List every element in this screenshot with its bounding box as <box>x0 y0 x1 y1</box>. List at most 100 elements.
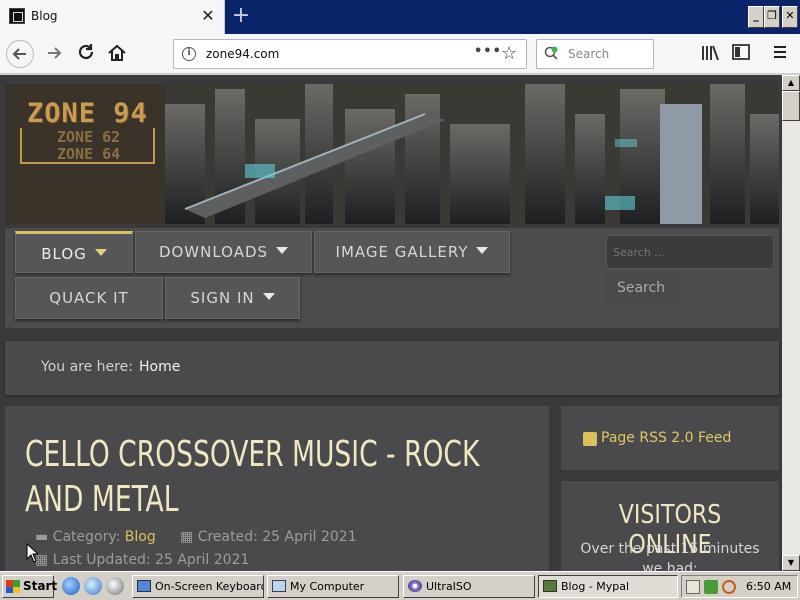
info-icon[interactable]: i <box>182 47 196 61</box>
hamburger-menu-icon[interactable] <box>772 44 788 64</box>
article-updated: ▦ Last Updated: 25 April 2021 <box>35 552 249 568</box>
start-button[interactable]: Start <box>2 575 58 598</box>
logo-sub-line-1: ZONE 62 <box>57 128 121 146</box>
reload-button[interactable] <box>72 40 100 68</box>
home-button[interactable] <box>103 40 131 68</box>
media-player-icon[interactable] <box>106 577 124 595</box>
restore-button[interactable]: ❐ <box>764 6 780 28</box>
keyboard-icon <box>137 580 151 592</box>
search-tray-icon[interactable] <box>722 580 736 594</box>
menu-blog[interactable]: BLOG <box>15 231 133 273</box>
disc-icon <box>408 580 422 592</box>
back-arrow-icon <box>12 48 26 60</box>
new-tab-button[interactable]: + <box>229 4 253 28</box>
task-on-screen-keyboard[interactable]: On-Screen Keyboard <box>132 575 264 598</box>
menu-quack-it-label: QUACK IT <box>49 289 129 307</box>
home-icon <box>108 44 126 61</box>
category-label: Category: <box>52 529 121 545</box>
menu-downloads-label: DOWNLOADS <box>158 243 269 261</box>
breadcrumb-home-link[interactable]: Home <box>139 359 180 375</box>
url-bar[interactable]: i zone94.com ••• ☆ <box>173 39 527 69</box>
scroll-down-button[interactable]: ▼ <box>782 555 800 571</box>
search-placeholder: Search <box>568 47 610 61</box>
site-logo[interactable]: ZONE 94 <box>27 98 148 129</box>
clock[interactable]: 6:50 AM <box>746 580 791 593</box>
rss-feed-box: Page RSS 2.0 Feed <box>561 406 779 470</box>
scroll-up-button[interactable]: ▲ <box>782 75 800 91</box>
rss-icon <box>583 432 597 446</box>
mypal-browser-icon[interactable] <box>84 577 102 595</box>
site-header-banner: ZONE 94 ZONE 62 ZONE 64 <box>5 84 779 224</box>
chevron-down-icon <box>262 293 275 300</box>
rss-feed-link[interactable]: Page RSS 2.0 Feed <box>601 430 731 446</box>
article-title[interactable]: CELLO CROSSOVER MUSIC - ROCK AND METAL <box>25 432 533 522</box>
task-ultraiso[interactable]: UltraISO <box>403 575 535 598</box>
menu-image-gallery-label: IMAGE GALLERY <box>335 243 469 261</box>
visitors-line-1: Over the past 15 minutes <box>580 541 760 557</box>
calendar-icon: ▦ <box>180 529 194 545</box>
visitors-line-2: we had: <box>642 561 698 571</box>
tab-blog[interactable]: Blog ✕ <box>0 0 225 34</box>
menu-sign-in[interactable]: SIGN IN <box>165 277 300 319</box>
minimize-button[interactable]: _ <box>748 6 764 28</box>
tab-title: Blog <box>31 9 58 23</box>
computer-icon <box>272 580 286 592</box>
task-blog-mypal[interactable]: Blog - Mypal <box>538 575 678 598</box>
task-my-computer[interactable]: My Computer <box>267 575 399 598</box>
visitors-online-box: VISITORS ONLINE Over the past 15 minutes… <box>561 481 779 571</box>
internet-explorer-icon[interactable] <box>62 577 80 595</box>
chevron-down-icon <box>94 249 107 256</box>
tab-strip: Blog ✕ + _ ❐ ✕ <box>0 0 800 34</box>
article-category: ▬ Category: Blog <box>35 529 156 545</box>
taskbar: Start On-Screen Keyboard My Computer Ult… <box>0 571 800 600</box>
library-icon[interactable] <box>700 44 720 66</box>
windows-logo-icon <box>6 580 20 593</box>
task-label: On-Screen Keyboard <box>155 580 264 593</box>
site-main-menu: BLOG DOWNLOADS IMAGE GALLERY QUACK IT SI… <box>5 228 779 328</box>
forward-arrow-icon <box>48 47 62 59</box>
task-label: UltraISO <box>426 580 472 593</box>
article-created: ▦ Created: 25 April 2021 <box>180 529 357 545</box>
mypal-icon <box>543 580 557 592</box>
site-search-button[interactable]: Search <box>606 272 676 304</box>
browser-search-input[interactable]: Search <box>536 39 654 69</box>
menu-blog-label: BLOG <box>41 245 87 263</box>
logo-sub-line-2: ZONE 64 <box>57 145 121 163</box>
menu-image-gallery[interactable]: IMAGE GALLERY <box>314 231 510 273</box>
keyboard-layout-icon[interactable] <box>686 580 700 594</box>
network-icon[interactable] <box>704 580 718 594</box>
navigation-bar: i zone94.com ••• ☆ Search <box>0 34 800 74</box>
updated-date: Last Updated: 25 April 2021 <box>52 552 250 568</box>
bookmark-star-icon[interactable]: ☆ <box>501 43 517 64</box>
start-label: Start <box>23 579 58 593</box>
chevron-down-icon <box>476 247 489 254</box>
menu-sign-in-label: SIGN IN <box>190 289 255 307</box>
site-favicon-icon <box>9 8 25 24</box>
breadcrumb: You are here: Home <box>5 341 779 395</box>
task-label: My Computer <box>290 580 365 593</box>
system-tray: 6:50 AM <box>681 575 798 598</box>
article-card: CELLO CROSSOVER MUSIC - ROCK AND METAL ▬… <box>5 406 549 571</box>
close-tab-icon[interactable]: ✕ <box>199 6 217 26</box>
search-icon <box>544 46 558 60</box>
reload-icon <box>78 44 94 60</box>
scroll-thumb[interactable] <box>782 91 800 121</box>
close-window-button[interactable]: ✕ <box>782 6 798 28</box>
task-label: Blog - Mypal <box>561 580 630 593</box>
chevron-down-icon <box>276 247 289 254</box>
forward-button[interactable] <box>40 40 68 68</box>
back-button[interactable] <box>6 40 34 68</box>
menu-downloads[interactable]: DOWNLOADS <box>135 231 312 273</box>
visitors-subtitle: Over the past 15 minutes we had: <box>561 539 779 571</box>
mouse-cursor-icon <box>26 543 38 563</box>
sidebar-icon[interactable] <box>732 44 750 64</box>
menu-quack-it[interactable]: QUACK IT <box>15 277 163 319</box>
category-link[interactable]: Blog <box>125 529 156 545</box>
breadcrumb-label: You are here: <box>41 359 133 375</box>
page-actions-icon[interactable]: ••• <box>474 44 502 59</box>
page-scrollbar[interactable]: ▲ ▼ <box>782 75 800 571</box>
url-text[interactable]: zone94.com <box>206 47 279 61</box>
created-date: Created: 25 April 2021 <box>197 529 357 545</box>
site-search-input[interactable]: Search ... <box>606 235 774 269</box>
web-page: ZONE 94 ZONE 62 ZONE 64 BLOG DOWNLOADS I… <box>0 75 782 571</box>
